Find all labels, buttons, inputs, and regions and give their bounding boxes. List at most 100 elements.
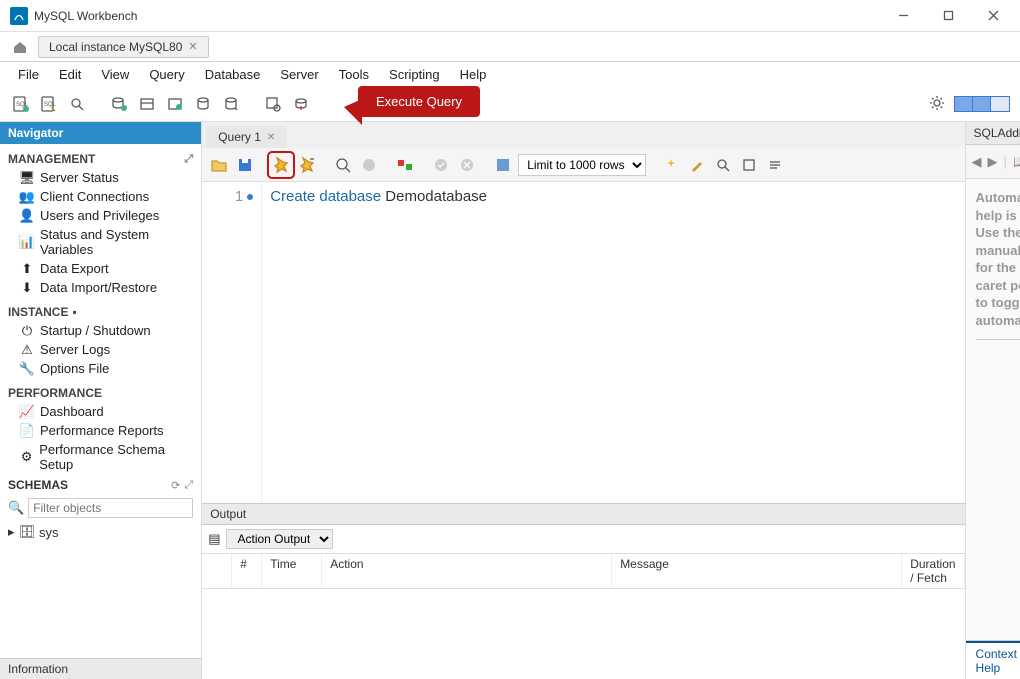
db-func-icon[interactable]	[220, 93, 242, 115]
panel-left-icon[interactable]	[955, 97, 973, 111]
wrap-icon[interactable]	[738, 154, 760, 176]
menu-file[interactable]: File	[8, 67, 49, 82]
output-body	[202, 589, 964, 679]
nav-server-logs[interactable]: ⚠Server Logs	[6, 340, 195, 359]
menu-database[interactable]: Database	[195, 67, 271, 82]
refresh-icon[interactable]: ⟳	[171, 479, 180, 492]
svg-text:SQL: SQL	[44, 102, 57, 108]
manual-help-icon[interactable]: 📖	[1013, 154, 1020, 170]
section-schemas: SCHEMAS ⟳⤢	[6, 474, 195, 496]
workspace: Navigator MANAGEMENT ⤢ 🖥Server Status 👥C…	[0, 122, 1020, 679]
nav-back-icon[interactable]: ◀	[972, 154, 982, 170]
query-tab-1[interactable]: Query 1 ✕	[206, 126, 287, 148]
rebuild-icon[interactable]	[290, 93, 312, 115]
execute-current-icon[interactable]	[296, 154, 318, 176]
new-sql-tab-icon[interactable]: SQL	[10, 93, 32, 115]
schema-filter-row: 🔍	[6, 496, 195, 520]
tab-context-help[interactable]: Context Help	[966, 641, 1020, 679]
titlebar: MySQL Workbench	[0, 0, 1020, 32]
home-icon[interactable]	[6, 36, 34, 58]
rollback-icon[interactable]	[456, 154, 478, 176]
settings-icon[interactable]	[928, 94, 948, 114]
nav-perf-reports[interactable]: 📄Performance Reports	[6, 421, 195, 440]
db-proc-icon[interactable]	[192, 93, 214, 115]
col-time: Time	[262, 554, 322, 588]
beautify-icon[interactable]	[660, 154, 682, 176]
output-toolbar: ▤ Action Output	[202, 525, 964, 554]
invisible-icon[interactable]	[764, 154, 786, 176]
commit-icon[interactable]	[430, 154, 452, 176]
nav-client-connections[interactable]: 👥Client Connections	[6, 187, 195, 206]
sql-keyword: Create database	[270, 188, 381, 205]
panel-bottom-icon[interactable]	[973, 97, 991, 111]
save-icon[interactable]	[234, 154, 256, 176]
expand-icon[interactable]: ⤢	[184, 153, 193, 166]
output-mode-select[interactable]: Action Output	[226, 529, 333, 549]
editor-content[interactable]: Create database Demodatabase	[262, 182, 964, 503]
maximize-button[interactable]	[926, 0, 971, 32]
schema-item-sys[interactable]: ▸ 🗄 sys	[8, 524, 193, 540]
nav-users-privileges[interactable]: 👤Users and Privileges	[6, 206, 195, 225]
col-duration: Duration / Fetch	[902, 554, 964, 588]
row-limit-select[interactable]: Limit to 1000 rows	[518, 154, 646, 176]
connection-tab-label: Local instance MySQL80	[49, 40, 182, 54]
close-tab-icon[interactable]: ✕	[188, 40, 197, 53]
execute-query-button[interactable]	[270, 154, 292, 176]
search-icon: 🔍	[8, 500, 24, 516]
expand-tree-icon[interactable]: ▸	[8, 524, 15, 540]
close-button[interactable]	[971, 0, 1016, 32]
stop-icon[interactable]	[358, 154, 380, 176]
nav-forward-icon[interactable]: ▶	[988, 154, 998, 170]
window-title: MySQL Workbench	[34, 9, 137, 23]
search-table-icon[interactable]	[262, 93, 284, 115]
output-header: Output	[202, 503, 964, 525]
connection-tab[interactable]: Local instance MySQL80 ✕	[38, 36, 209, 58]
menu-edit[interactable]: Edit	[49, 67, 91, 82]
filter-objects-input[interactable]	[28, 498, 193, 518]
close-query-tab-icon[interactable]: ✕	[267, 132, 275, 143]
nav-data-import[interactable]: ⬇Data Import/Restore	[6, 278, 195, 297]
nav-perf-schema[interactable]: ⚙Performance Schema Setup	[6, 440, 195, 474]
autocommit-icon[interactable]	[394, 154, 416, 176]
navigator-body: MANAGEMENT ⤢ 🖥Server Status 👥Client Conn…	[0, 144, 201, 658]
server-status-icon: 🖥	[20, 171, 34, 185]
output-table-header: # Time Action Message Duration / Fetch	[202, 554, 964, 589]
menu-tools[interactable]: Tools	[329, 67, 379, 82]
breakpoint-icon	[247, 194, 253, 200]
menu-scripting[interactable]: Scripting	[379, 67, 450, 82]
sql-editor[interactable]: 1 Create database Demodatabase	[202, 182, 964, 503]
sql-identifier: Demodatabase	[385, 188, 487, 205]
cleanup-icon[interactable]	[686, 154, 708, 176]
menu-server[interactable]: Server	[270, 67, 328, 82]
nav-data-export[interactable]: ⬆Data Export	[6, 259, 195, 278]
minimize-button[interactable]	[881, 0, 926, 32]
dashboard-icon: 📈	[20, 405, 34, 419]
panel-toggle[interactable]	[954, 96, 1010, 112]
open-file-icon[interactable]	[208, 154, 230, 176]
open-sql-icon[interactable]: SQL	[38, 93, 60, 115]
information-tab[interactable]: Information	[0, 658, 201, 679]
inspector-icon[interactable]	[66, 93, 88, 115]
find-icon[interactable]	[712, 154, 734, 176]
nav-options-file[interactable]: 🔧Options File	[6, 359, 195, 378]
toggle-limit-icon[interactable]	[492, 154, 514, 176]
nav-dashboard[interactable]: 📈Dashboard	[6, 402, 195, 421]
additions-header: SQLAdditions	[966, 122, 1020, 145]
panel-right-icon[interactable]	[991, 97, 1009, 111]
expand-schemas-icon[interactable]: ⤢	[184, 479, 193, 492]
nav-server-status[interactable]: 🖥Server Status	[6, 168, 195, 187]
menu-query[interactable]: Query	[139, 67, 194, 82]
nav-status-vars[interactable]: 📊Status and System Variables	[6, 225, 195, 259]
output-list-icon[interactable]: ▤	[208, 531, 220, 547]
explain-icon[interactable]	[332, 154, 354, 176]
db-table-icon[interactable]	[136, 93, 158, 115]
navigator-header: Navigator	[0, 122, 201, 144]
menu-help[interactable]: Help	[450, 67, 497, 82]
db-add-icon[interactable]	[108, 93, 130, 115]
nav-startup-shutdown[interactable]: ⏻Startup / Shutdown	[6, 321, 195, 340]
window-controls	[881, 0, 1016, 32]
db-view-icon[interactable]	[164, 93, 186, 115]
navigator-panel: Navigator MANAGEMENT ⤢ 🖥Server Status 👥C…	[0, 122, 202, 679]
reports-icon: 📄	[20, 424, 34, 438]
menu-view[interactable]: View	[91, 67, 139, 82]
